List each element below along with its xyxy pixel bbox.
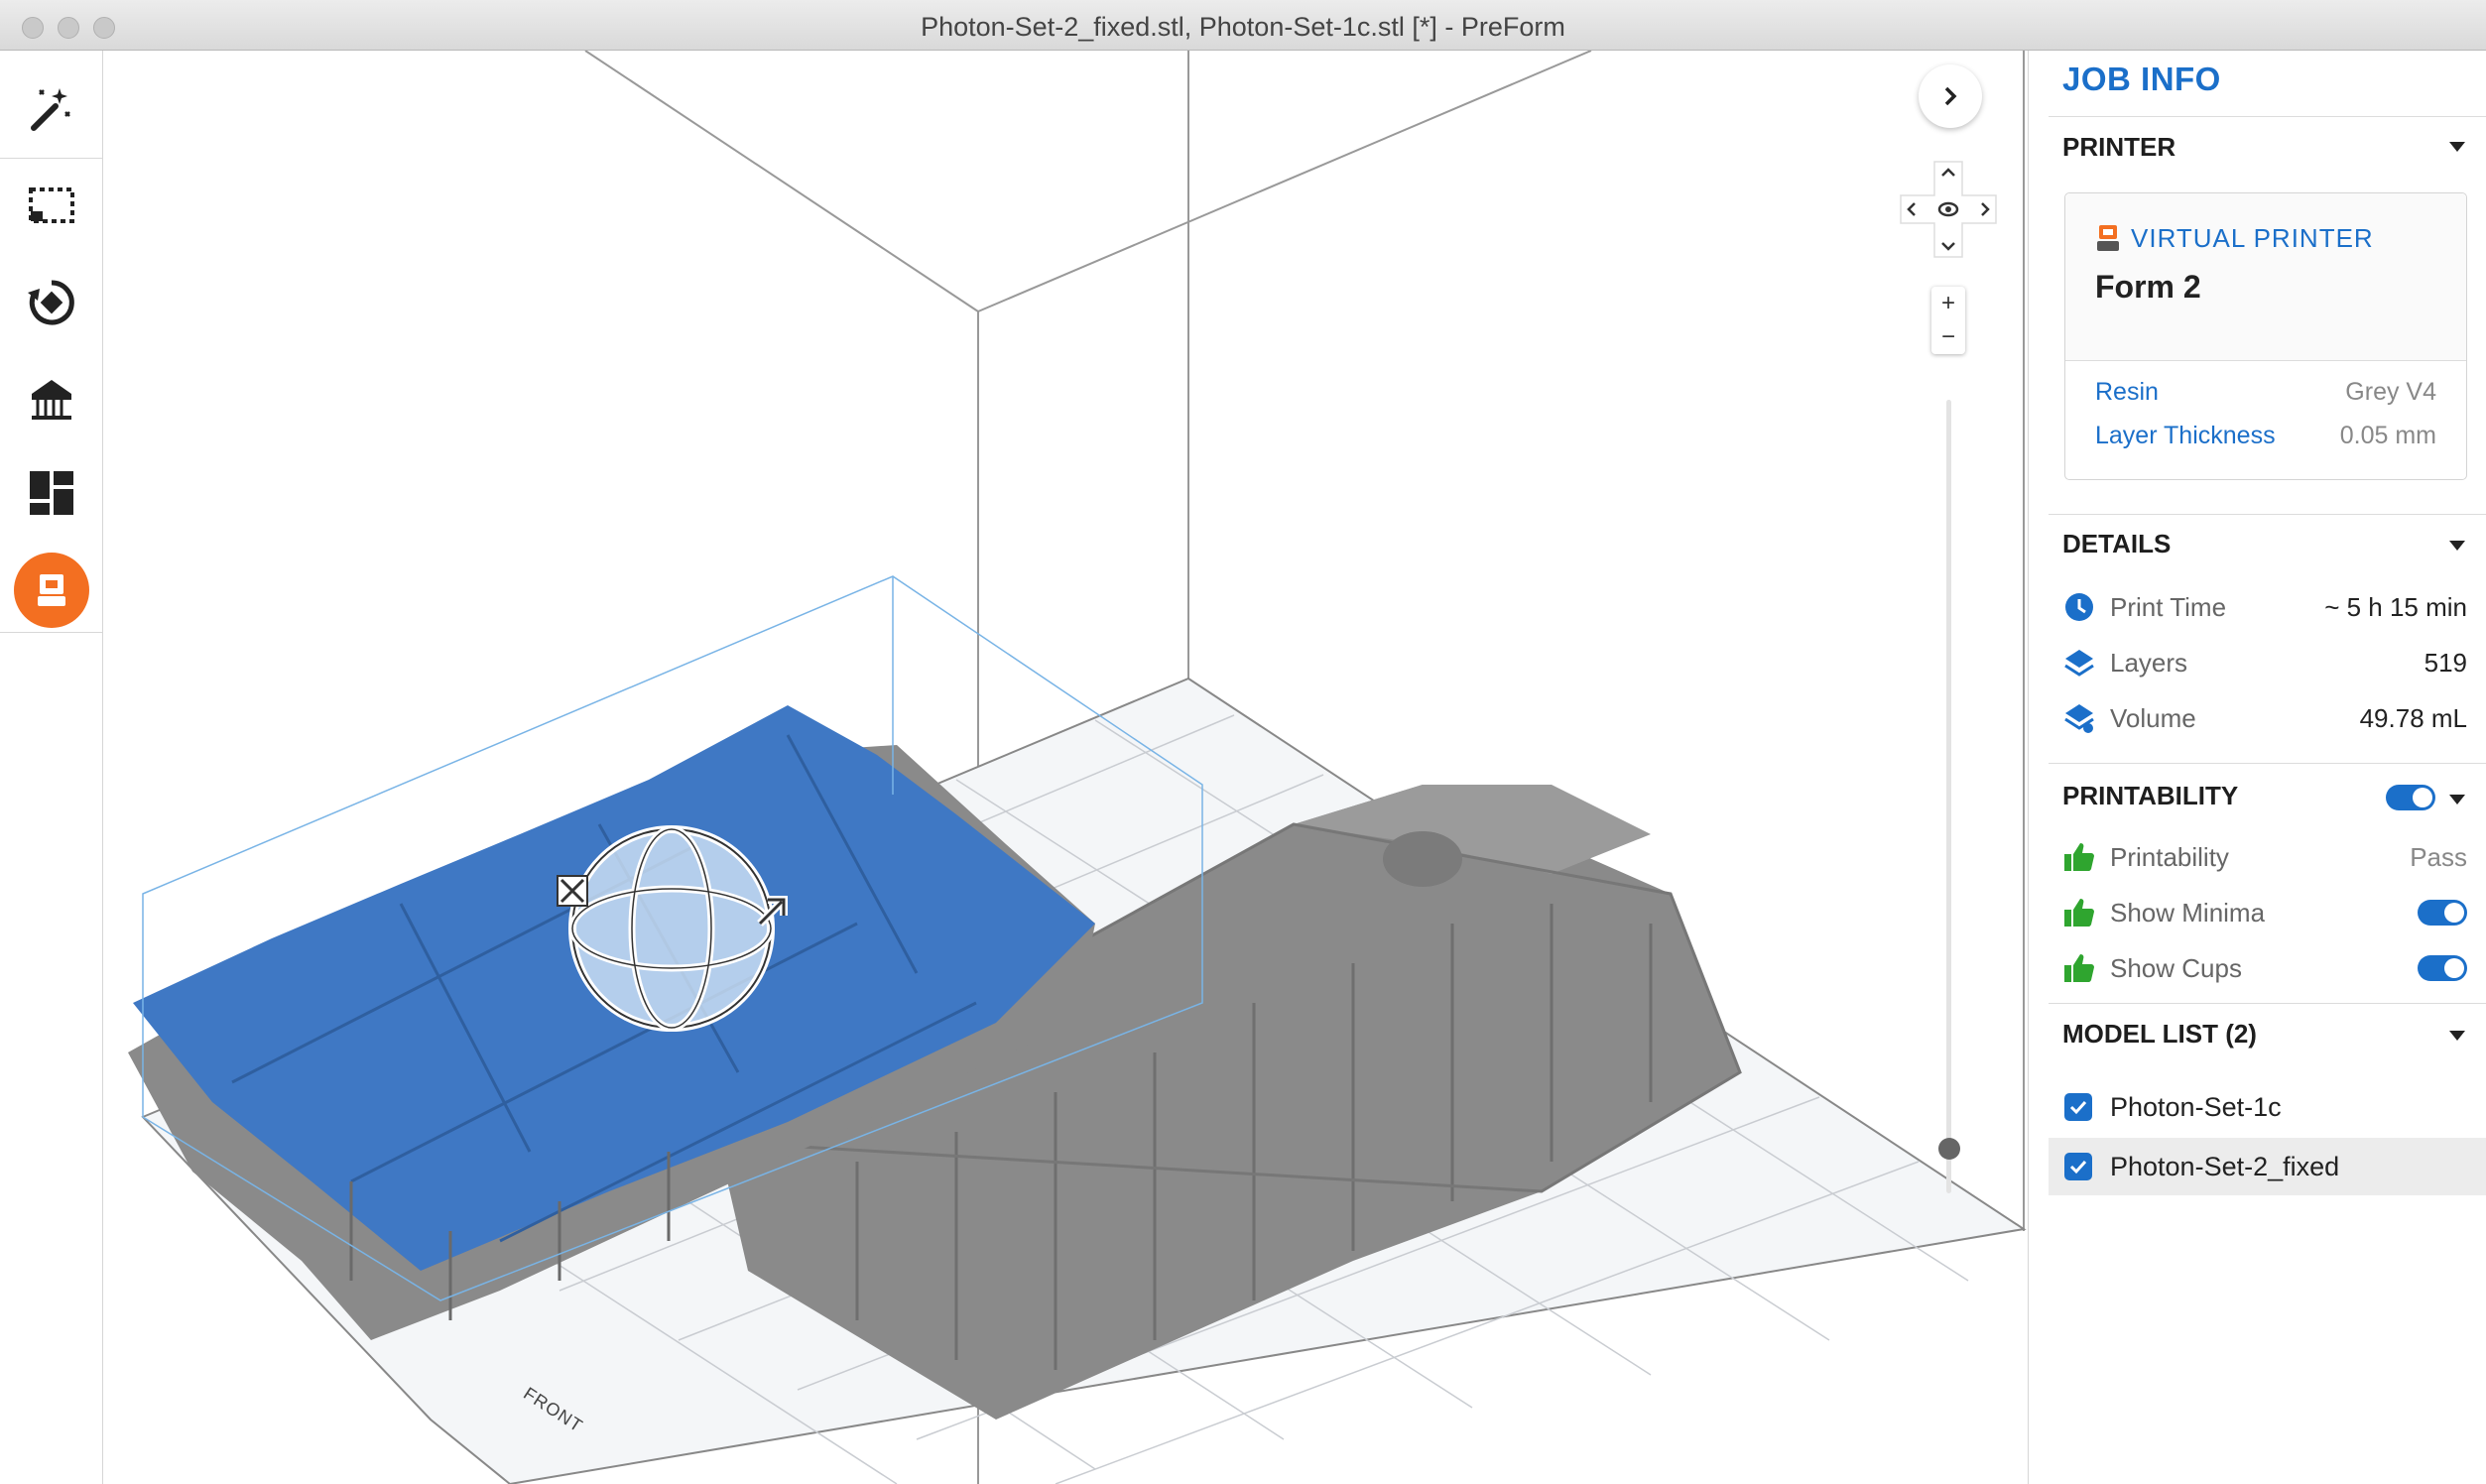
3d-viewport[interactable]: FRONT + − xyxy=(103,51,2028,1484)
model-checkbox[interactable] xyxy=(2064,1093,2092,1121)
build-scene xyxy=(128,51,2027,1484)
toolbar-separator xyxy=(0,632,102,633)
printer-collapse-icon[interactable] xyxy=(2449,142,2465,152)
model-list-section-header[interactable]: MODEL LIST (2) xyxy=(2062,1019,2257,1050)
layers-value: 519 xyxy=(2424,648,2467,678)
layer-slider-thumb[interactable] xyxy=(1938,1138,1960,1160)
print-icon xyxy=(38,574,65,606)
volume-value: 49.78 mL xyxy=(2359,703,2467,733)
divider xyxy=(2049,116,2486,117)
layout-button[interactable] xyxy=(14,455,89,531)
select-box-button[interactable] xyxy=(14,168,89,243)
layer-thickness-value: 0.05 mm xyxy=(2339,422,2436,449)
printability-section-header[interactable]: PRINTABILITY xyxy=(2062,781,2238,811)
printer-name: Form 2 xyxy=(2095,269,2201,305)
layers-icon xyxy=(2064,650,2094,677)
zoom-in-button[interactable]: + xyxy=(1931,287,1965,320)
thumbs-up-icon xyxy=(2064,954,2094,982)
zoom-controls: + − xyxy=(1931,287,1965,354)
model-list-item[interactable]: Photon-Set-1c xyxy=(2049,1078,2486,1136)
volume-icon xyxy=(2064,704,2094,733)
chevron-right-icon xyxy=(1944,86,1957,106)
toolbar-separator xyxy=(0,158,102,159)
printer-icon xyxy=(2097,225,2119,251)
model-name: Photon-Set-1c xyxy=(2110,1092,2282,1122)
scale-handle-icon[interactable] xyxy=(557,875,588,907)
volume-label: Volume xyxy=(2110,703,2196,733)
job-info-panel: JOB INFO PRINTER VIRTUAL PRINTER Form 2 … xyxy=(2028,51,2486,1484)
window-title: Photon-Set-2_fixed.stl, Photon-Set-1c.st… xyxy=(921,12,1565,42)
thumbs-up-icon xyxy=(2064,899,2094,927)
model-checkbox[interactable] xyxy=(2064,1153,2092,1180)
thumbs-up-icon xyxy=(2064,843,2094,871)
orient-icon xyxy=(28,280,74,325)
layout-icon xyxy=(30,471,73,515)
layer-thickness-label: Layer Thickness xyxy=(2095,422,2276,449)
printer-type: VIRTUAL PRINTER xyxy=(2131,223,2374,253)
magic-wand-icon xyxy=(31,88,70,131)
resin-value: Grey V4 xyxy=(2345,378,2436,406)
layers-label: Layers xyxy=(2110,648,2188,678)
show-cups-label: Show Cups xyxy=(2110,953,2242,983)
printer-section-header[interactable]: PRINTER xyxy=(2062,132,2175,163)
panel-title: JOB INFO xyxy=(2062,61,2221,97)
zoom-out-button[interactable]: − xyxy=(1931,320,1965,354)
details-collapse-icon[interactable] xyxy=(2449,541,2465,551)
show-minima-toggle[interactable] xyxy=(2418,900,2467,926)
print-time-value: ~ 5 h 15 min xyxy=(2324,592,2467,622)
divider xyxy=(2049,514,2486,515)
supports-button[interactable] xyxy=(14,360,89,435)
resin-label: Resin xyxy=(2095,378,2159,406)
select-box-icon xyxy=(29,187,74,223)
magic-wand-button[interactable] xyxy=(14,70,89,146)
divider xyxy=(2049,1003,2486,1004)
printer-card[interactable]: VIRTUAL PRINTER Form 2 Resin Grey V4 Lay… xyxy=(2064,192,2467,480)
clock-icon xyxy=(2065,593,2093,621)
details-section-header[interactable]: DETAILS xyxy=(2062,529,2171,559)
view-dpad[interactable] xyxy=(1899,160,1998,259)
checkmark-icon xyxy=(2069,1160,2087,1175)
print-time-label: Print Time xyxy=(2110,592,2227,622)
model-list-collapse-icon[interactable] xyxy=(2449,1031,2465,1041)
printability-value: Pass xyxy=(2410,842,2467,872)
left-toolbar xyxy=(0,51,103,1484)
expand-panel-button[interactable] xyxy=(1919,64,1982,128)
printability-collapse-icon[interactable] xyxy=(2449,795,2465,804)
print-button[interactable] xyxy=(14,553,89,628)
model-list-item[interactable]: Photon-Set-2_fixed xyxy=(2049,1138,2486,1195)
supports-icon xyxy=(32,380,71,420)
layer-slider-track[interactable] xyxy=(1946,400,1951,1193)
show-minima-label: Show Minima xyxy=(2110,898,2266,928)
model-name: Photon-Set-2_fixed xyxy=(2110,1152,2340,1181)
checkmark-icon xyxy=(2069,1100,2087,1115)
rotate-gizmo[interactable] xyxy=(568,825,775,1032)
printability-label: Printability xyxy=(2110,842,2229,872)
orient-button[interactable] xyxy=(14,265,89,340)
divider xyxy=(2049,763,2486,764)
printability-toggle[interactable] xyxy=(2386,785,2435,810)
title-bar: Photon-Set-2_fixed.stl, Photon-Set-1c.st… xyxy=(0,0,2486,51)
show-cups-toggle[interactable] xyxy=(2418,955,2467,981)
